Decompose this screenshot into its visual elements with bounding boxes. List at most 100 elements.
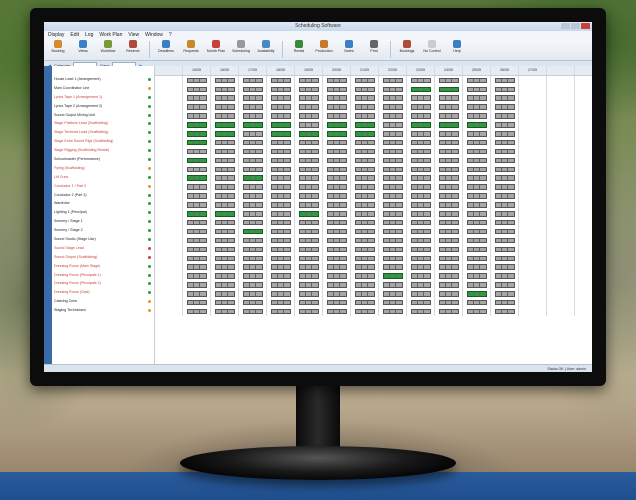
- schedule-cell[interactable]: [183, 164, 211, 174]
- time-slot-block[interactable]: [270, 202, 291, 208]
- schedule-cell[interactable]: [463, 111, 491, 121]
- schedule-cell[interactable]: [407, 236, 435, 245]
- time-slot-block[interactable]: [494, 228, 515, 235]
- time-slot-block[interactable]: [410, 211, 431, 217]
- schedule-cell[interactable]: [323, 182, 351, 192]
- time-slot-block[interactable]: [186, 184, 207, 190]
- schedule-cell[interactable]: [295, 200, 323, 210]
- time-slot-block[interactable]: [326, 193, 347, 199]
- time-slot-block[interactable]: [298, 166, 319, 173]
- schedule-cell[interactable]: [407, 253, 435, 263]
- column-header-cell[interactable]: 24/05: [435, 66, 463, 75]
- schedule-cell[interactable]: [239, 111, 267, 121]
- time-slot-block[interactable]: [186, 157, 207, 164]
- time-slot-block[interactable]: [242, 246, 263, 253]
- time-slot-block[interactable]: [242, 122, 263, 128]
- time-slot-block[interactable]: [466, 157, 487, 164]
- time-slot-block[interactable]: [466, 77, 487, 84]
- time-slot-block[interactable]: [298, 264, 319, 270]
- schedule-cell[interactable]: [407, 138, 435, 148]
- ribbon-button[interactable]: Bookings: [396, 40, 418, 59]
- time-slot-block[interactable]: [466, 175, 487, 181]
- time-slot-block[interactable]: [214, 308, 235, 315]
- schedule-cell[interactable]: [379, 307, 407, 317]
- schedule-cell[interactable]: [211, 138, 239, 148]
- schedule-cell[interactable]: [519, 200, 547, 210]
- time-slot-block[interactable]: [186, 104, 207, 110]
- schedule-cell[interactable]: [463, 280, 491, 290]
- resource-row-label[interactable]: Conductor 2 (Part 3): [52, 191, 154, 200]
- time-slot-block[interactable]: [494, 175, 515, 181]
- schedule-cell[interactable]: [295, 218, 323, 228]
- schedule-cell[interactable]: [323, 262, 351, 272]
- time-slot-block[interactable]: [214, 139, 235, 146]
- schedule-cell[interactable]: [295, 138, 323, 148]
- schedule-cell[interactable]: [183, 298, 211, 308]
- time-slot-block[interactable]: [326, 202, 347, 208]
- time-slot-block[interactable]: [270, 237, 291, 244]
- ribbon-button[interactable]: Production: [313, 40, 335, 59]
- schedule-cell[interactable]: [519, 173, 547, 183]
- schedule-cell[interactable]: [547, 271, 575, 281]
- time-slot-block[interactable]: [242, 228, 263, 235]
- time-slot-block[interactable]: [438, 113, 459, 119]
- schedule-cell[interactable]: [379, 156, 407, 165]
- schedule-cell[interactable]: [155, 191, 183, 201]
- schedule-cell[interactable]: [379, 84, 407, 94]
- schedule-cell[interactable]: [267, 156, 295, 165]
- resource-row-label[interactable]: Stage Extra Sound Rigs (Scaffolding): [52, 137, 154, 146]
- time-slot-block[interactable]: [326, 95, 347, 101]
- schedule-cell[interactable]: [491, 200, 519, 210]
- schedule-cell[interactable]: [547, 236, 575, 245]
- time-slot-block[interactable]: [466, 237, 487, 244]
- time-slot-block[interactable]: [270, 131, 291, 137]
- resource-row-label[interactable]: Sound Output (Scaffolding): [52, 253, 154, 262]
- ribbon-button[interactable]: Requests: [180, 40, 202, 59]
- time-slot-block[interactable]: [410, 166, 431, 173]
- schedule-cell[interactable]: [435, 138, 463, 148]
- time-slot-block[interactable]: [270, 211, 291, 217]
- schedule-cell[interactable]: [211, 111, 239, 121]
- time-slot-block[interactable]: [466, 273, 487, 279]
- time-slot-block[interactable]: [214, 237, 235, 244]
- time-slot-block[interactable]: [326, 246, 347, 253]
- time-slot-block[interactable]: [242, 175, 263, 181]
- time-slot-block[interactable]: [214, 264, 235, 270]
- time-slot-block[interactable]: [242, 131, 263, 137]
- schedule-cell[interactable]: [155, 262, 183, 272]
- schedule-cell[interactable]: [547, 173, 575, 183]
- time-slot-block[interactable]: [242, 193, 263, 199]
- schedule-cell[interactable]: [295, 120, 323, 130]
- schedule-cell[interactable]: [295, 156, 323, 165]
- schedule-cell[interactable]: [379, 129, 407, 139]
- schedule-cell[interactable]: [239, 307, 267, 317]
- menu-item[interactable]: Edit: [70, 31, 79, 39]
- schedule-cell[interactable]: [267, 138, 295, 148]
- schedule-cell[interactable]: [491, 182, 519, 192]
- schedule-cell[interactable]: [351, 191, 379, 201]
- time-slot-block[interactable]: [354, 228, 375, 235]
- time-slot-block[interactable]: [298, 255, 319, 261]
- resource-row-label[interactable]: Flying (Scaffolding): [52, 164, 154, 173]
- schedule-cell[interactable]: [295, 93, 323, 103]
- schedule-cell[interactable]: [379, 76, 407, 85]
- time-slot-block[interactable]: [410, 299, 431, 306]
- time-slot-block[interactable]: [242, 264, 263, 270]
- time-slot-block[interactable]: [242, 157, 263, 164]
- time-slot-block[interactable]: [186, 219, 207, 226]
- menu-item[interactable]: Display: [48, 31, 64, 39]
- schedule-cell[interactable]: [407, 111, 435, 121]
- schedule-cell[interactable]: [211, 236, 239, 245]
- schedule-cell[interactable]: [351, 182, 379, 192]
- time-slot-block[interactable]: [298, 157, 319, 164]
- schedule-cell[interactable]: [379, 147, 407, 157]
- schedule-cell[interactable]: [183, 111, 211, 121]
- schedule-cell[interactable]: [267, 164, 295, 174]
- time-slot-block[interactable]: [270, 282, 291, 288]
- schedule-cell[interactable]: [239, 173, 267, 183]
- time-slot-block[interactable]: [494, 139, 515, 146]
- schedule-cell[interactable]: [547, 76, 575, 85]
- schedule-cell[interactable]: [519, 182, 547, 192]
- time-slot-block[interactable]: [494, 308, 515, 315]
- schedule-cell[interactable]: [491, 164, 519, 174]
